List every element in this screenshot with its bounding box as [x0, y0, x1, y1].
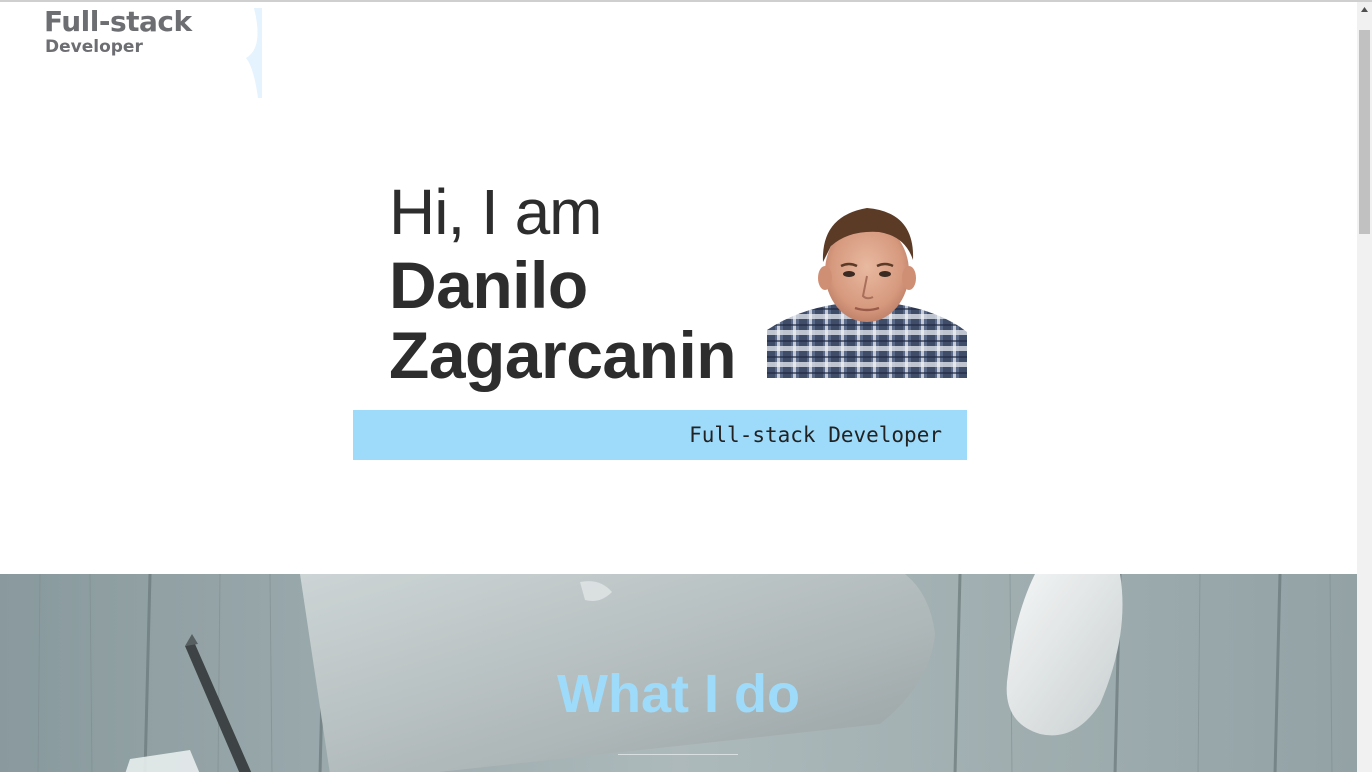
page: Full-stack Developer Hi, I am Danilo Zag…	[0, 2, 1357, 772]
hero-greeting: Hi, I am	[389, 176, 602, 248]
hero-first-name: Danilo	[389, 248, 588, 322]
site-logo[interactable]: Full-stack Developer	[44, 5, 262, 98]
logo-swoosh-icon	[246, 8, 262, 98]
profile-photo	[767, 202, 967, 378]
section-divider	[618, 754, 738, 755]
vertical-scrollbar[interactable]	[1357, 2, 1372, 772]
what-i-do-section: What I do	[0, 574, 1357, 772]
hero-last-name: Zagarcanin	[389, 318, 737, 392]
scroll-up-arrow-icon[interactable]	[1357, 2, 1372, 17]
logo-title: Full-stack	[44, 5, 192, 38]
scrollbar-thumb[interactable]	[1359, 30, 1370, 234]
what-i-do-heading: What I do	[557, 664, 800, 724]
browser-viewport: Full-stack Developer Hi, I am Danilo Zag…	[0, 0, 1372, 772]
role-banner: Full-stack Developer	[353, 410, 967, 460]
profile-photo-icon	[767, 208, 967, 378]
logo-subtitle: Developer	[45, 37, 143, 57]
role-text: Full-stack Developer	[689, 423, 942, 447]
